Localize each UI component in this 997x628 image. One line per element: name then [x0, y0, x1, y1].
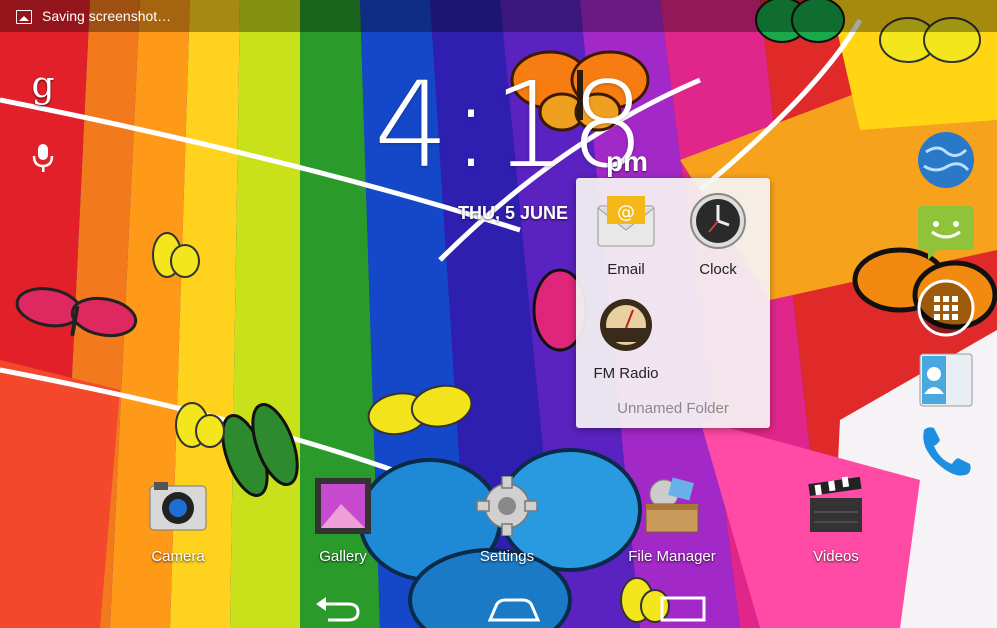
dock-app-label: File Manager — [628, 548, 716, 565]
folder-app-clock[interactable]: Clock — [668, 192, 768, 278]
app-folder-popup: @ Email Clock FM Radio Unnamed Folder — [576, 178, 770, 428]
status-notification-text: Saving screenshot… — [42, 8, 172, 24]
status-bar: Saving screenshot… — [0, 0, 997, 32]
clock-date: THU, 5 JUNE — [458, 203, 569, 223]
microphone-icon[interactable] — [30, 140, 56, 176]
dock-app-label: Settings — [479, 548, 535, 565]
contacts-icon[interactable] — [916, 350, 976, 410]
dock-app-label: Videos — [813, 548, 859, 565]
file-manager-icon — [645, 477, 699, 533]
folder-app-fm-radio[interactable]: FM Radio — [576, 296, 676, 382]
folder-app-email[interactable]: @ Email — [576, 192, 676, 278]
dock-app-label: Gallery — [319, 548, 367, 565]
browser-globe-icon[interactable] — [916, 130, 976, 190]
back-icon[interactable] — [308, 594, 368, 624]
folder-app-label: Clock — [699, 261, 737, 278]
clapperboard-icon — [808, 476, 862, 532]
folder-app-label: Email — [607, 261, 645, 278]
folder-name-label[interactable]: Unnamed Folder — [576, 400, 770, 417]
all-apps-icon[interactable] — [916, 278, 976, 338]
dock-app-videos[interactable]: Videos — [776, 476, 896, 565]
clock-ampm: pm — [606, 146, 648, 177]
dock-app-camera[interactable]: Camera — [118, 476, 238, 565]
folder-app-label: FM Radio — [593, 365, 659, 382]
messaging-icon[interactable] — [916, 200, 976, 260]
dock-app-file-manager[interactable]: File Manager — [612, 476, 732, 565]
dock-app-settings[interactable]: Settings — [447, 475, 567, 565]
navigation-bar — [0, 588, 997, 628]
home-screen: Saving screenshot… g 4:18 pm THU, 5 JUNE… — [0, 0, 997, 628]
camera-icon — [149, 482, 207, 531]
recent-apps-icon[interactable] — [654, 594, 714, 624]
dock-app-label: Camera — [151, 548, 205, 565]
svg-text:@: @ — [617, 202, 635, 223]
gear-icon — [476, 475, 538, 537]
clock-icon — [690, 193, 746, 249]
gallery-icon — [315, 478, 371, 534]
image-icon — [16, 10, 32, 24]
email-icon: @ — [597, 196, 655, 247]
google-search-icon[interactable]: g — [26, 66, 60, 108]
phone-icon[interactable] — [916, 420, 976, 480]
dock-app-gallery[interactable]: Gallery — [283, 476, 403, 565]
radio-icon — [600, 299, 652, 351]
home-icon[interactable] — [484, 594, 544, 624]
